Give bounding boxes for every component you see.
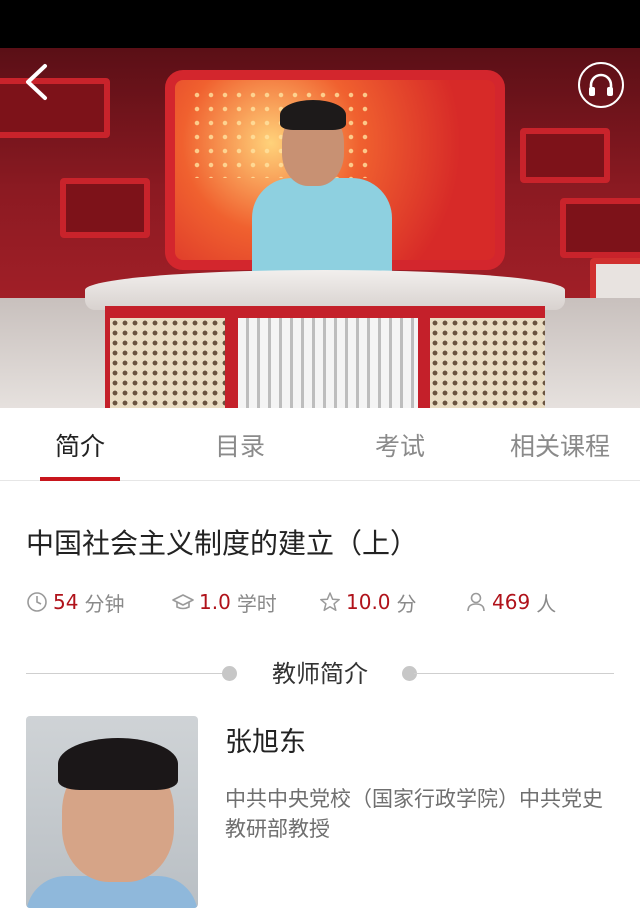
tab-exam[interactable]: 考试: [320, 408, 480, 481]
tab-bar: 简介 目录 考试 相关课程: [0, 408, 640, 481]
video-player[interactable]: [0, 48, 640, 408]
stat-credit: 1.0 学时: [172, 586, 277, 618]
teacher-name: 张旭东: [225, 727, 306, 758]
teacher-section-title: 教师简介: [272, 660, 368, 688]
course-title: 中国社会主义制度的建立（上）: [26, 527, 419, 560]
tab-intro[interactable]: 简介: [0, 408, 160, 481]
stat-learners-value: 469: [492, 590, 531, 614]
desk-speaker-panel: [430, 318, 545, 408]
headphones-icon: [589, 73, 613, 96]
teacher-section-header: 教师简介: [0, 656, 640, 692]
studio-panel: [520, 128, 610, 183]
course-stats: 54 分钟 1.0 学时 10.0 分 469 人: [0, 586, 640, 618]
clock-icon: [26, 591, 48, 613]
desk-speaker-panel: [110, 318, 225, 408]
tab-related-courses[interactable]: 相关课程: [480, 408, 640, 481]
stat-rating-unit: 分: [396, 591, 417, 616]
stat-duration-unit: 分钟: [84, 591, 125, 616]
stat-duration-value: 54: [53, 590, 79, 614]
stat-learners-unit: 人: [536, 591, 557, 616]
active-tab-indicator: [40, 477, 120, 481]
teacher-description: 中共中央党校（国家行政学院）中共党史教研部教授: [225, 787, 603, 841]
news-desk-top: [85, 270, 565, 310]
stat-rating-value: 10.0: [346, 590, 391, 614]
tab-catalog[interactable]: 目录: [160, 408, 320, 481]
divider-line: [414, 673, 614, 674]
stat-rating: 10.0 分: [319, 586, 417, 618]
teacher-hair: [58, 738, 178, 790]
audio-mode-button[interactable]: [578, 62, 624, 108]
status-bar: [0, 0, 640, 48]
stat-learners: 469 人: [465, 586, 556, 618]
stat-credit-unit: 学时: [236, 591, 277, 616]
star-icon: [319, 591, 341, 613]
teacher-avatar: [26, 716, 198, 908]
user-icon: [465, 591, 487, 613]
presenter-hair: [280, 100, 346, 130]
studio-panel: [560, 198, 640, 258]
studio-panel: [60, 178, 150, 238]
chevron-left-icon: [26, 64, 47, 100]
desk-grill: [238, 318, 418, 408]
stat-credit-value: 1.0: [199, 590, 231, 614]
back-button[interactable]: [16, 62, 56, 102]
graduation-cap-icon: [172, 591, 194, 613]
stat-duration: 54 分钟: [26, 586, 124, 618]
